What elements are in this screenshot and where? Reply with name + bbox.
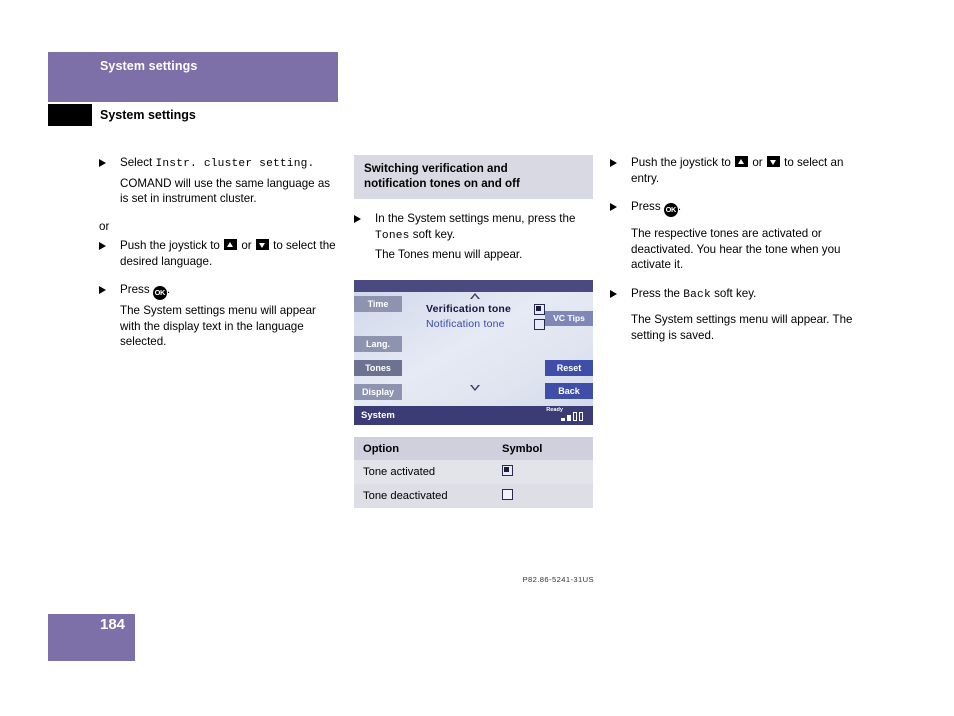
notification-tone-checkbox[interactable] <box>534 318 545 330</box>
page-number: 184 <box>100 616 126 633</box>
bullet-triangle-icon <box>610 289 617 298</box>
soft-key-tones[interactable]: Tones <box>354 359 402 376</box>
instruction-detail: The System settings menu will appear wit… <box>120 304 316 348</box>
table-row: Tone deactivated <box>354 484 593 508</box>
instruction-detail: COMAND will use the same language as is … <box>120 176 331 206</box>
column-right: Push the joystick to or to select an ent… <box>610 155 855 346</box>
soft-key-back-ref: Back <box>683 288 711 301</box>
status-bar-label: System <box>361 409 395 421</box>
table-header-symbol: Symbol <box>493 437 593 460</box>
table-row: Tone activated <box>354 460 593 484</box>
screen-top-bar <box>354 279 593 292</box>
bullet-triangle-icon <box>99 286 106 294</box>
soft-key-lang[interactable]: Lang. <box>354 335 402 352</box>
instruction-press-tones: In the System settings menu, press the T… <box>354 211 594 263</box>
joystick-up-icon <box>735 156 749 167</box>
signal-strength-icon <box>561 411 587 421</box>
page-title: System settings <box>100 59 198 73</box>
ok-key-icon: OK <box>663 203 678 217</box>
instruction-text: Press OK. <box>120 282 339 300</box>
joystick-up-icon <box>224 239 238 250</box>
figure-part-number: P82.86-5241-31US <box>522 574 594 584</box>
instruction-press-ok: Press OK. The respective tones are activ… <box>610 199 855 273</box>
screen-row-verification-tone[interactable]: Verification tone <box>426 303 511 315</box>
table-header-option: Option <box>354 437 493 460</box>
instruction-text: Select Instr. cluster setting. <box>120 156 315 170</box>
soft-key-time[interactable]: Time <box>354 295 402 312</box>
soft-key-display[interactable]: Display <box>354 383 402 400</box>
option-symbol-table: Option Symbol Tone activated Tone deacti… <box>354 437 593 508</box>
checkbox-filled-icon <box>502 465 513 476</box>
alternative-connector: or <box>99 219 110 233</box>
instruction-press-ok: Press OK. The System settings menu will … <box>99 282 339 350</box>
table-cell-option: Tone deactivated <box>354 484 493 508</box>
instruction-text: Push the joystick to or to select the de… <box>120 239 336 268</box>
instruction-text: In the System settings menu, press the T… <box>375 212 576 242</box>
soft-key-vc-tips[interactable]: VC Tips <box>545 310 593 326</box>
menu-entry-instr-cluster: Instr. cluster setting. <box>155 158 315 170</box>
joystick-down-icon <box>766 156 780 167</box>
screen-row-notification-tone[interactable]: Notification tone <box>426 318 505 330</box>
section-subtitle: System settings <box>100 108 196 122</box>
instruction-text: Press the Back soft key. <box>631 286 757 301</box>
bullet-triangle-icon <box>354 215 361 223</box>
soft-key-reset[interactable]: Reset <box>545 359 593 376</box>
instruction-text: Push the joystick to or to select an ent… <box>631 156 844 185</box>
subsection-heading-line1: Switching verification and <box>364 162 508 175</box>
column-left: Select Instr. cluster setting. COMAND wi… <box>99 155 339 353</box>
verification-tone-checkbox[interactable] <box>534 303 545 315</box>
checkbox-empty-icon <box>502 489 513 500</box>
comand-screen-illustration: Time Lang. Tones Display VC Tips Reset B… <box>354 279 593 425</box>
instruction-press-back: Press the Back soft key. The System sett… <box>610 286 855 344</box>
manual-page: System settings System settings 184 Sele… <box>0 0 954 716</box>
screen-status-bar: System Ready <box>354 405 593 425</box>
instruction-detail: The System settings menu will appear. Th… <box>631 313 853 342</box>
table-cell-option: Tone activated <box>354 460 493 484</box>
ok-key-icon: OK <box>152 286 167 300</box>
bullet-triangle-icon <box>99 242 106 250</box>
instruction-select-cluster: Select Instr. cluster setting. COMAND wi… <box>99 155 339 207</box>
subsection-heading-line2: notification tones on and off <box>364 176 520 190</box>
table-cell-symbol <box>493 460 593 484</box>
scroll-up-arrow-icon <box>470 292 480 299</box>
instruction-text: Press OK. <box>631 199 855 217</box>
soft-key-back[interactable]: Back <box>545 382 593 399</box>
soft-key-tones-ref: Tones <box>375 229 410 242</box>
bullet-triangle-icon <box>610 203 617 211</box>
instruction-detail: The respective tones are activated or de… <box>631 227 841 271</box>
bullet-triangle-icon <box>99 159 106 167</box>
instruction-push-joystick: Push the joystick to or to select the de… <box>99 238 339 269</box>
instruction-select-entry: Push the joystick to or to select an ent… <box>610 155 855 186</box>
table-cell-symbol <box>493 484 593 508</box>
table-header-row: Option Symbol <box>354 437 593 460</box>
column-middle: Switching verification and notification … <box>354 155 594 584</box>
scroll-down-arrow-icon <box>470 384 480 391</box>
bullet-triangle-icon <box>610 159 617 167</box>
subsection-heading: Switching verification and notification … <box>354 155 593 199</box>
instruction-detail: The Tones menu will appear. <box>375 248 523 261</box>
section-tab-marker <box>48 104 92 126</box>
joystick-down-icon <box>255 239 269 250</box>
